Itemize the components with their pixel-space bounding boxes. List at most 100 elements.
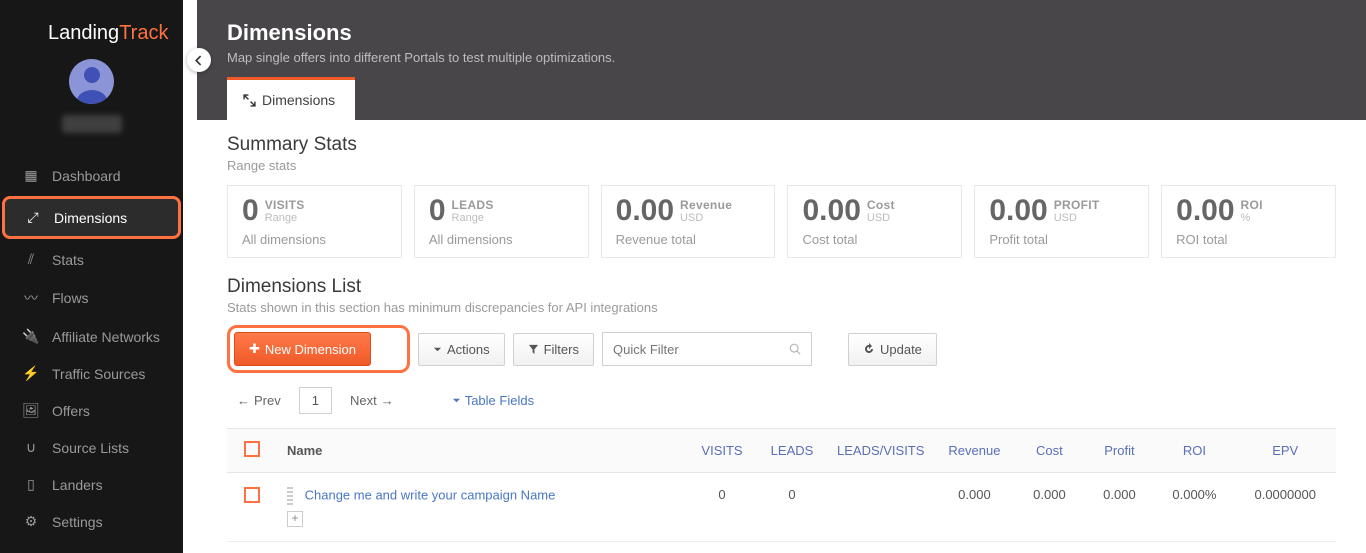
- logo-second: Track: [119, 22, 168, 44]
- sidebar-item-dashboard[interactable]: ▦Dashboard: [0, 157, 183, 194]
- col-name[interactable]: Name: [277, 429, 687, 473]
- new-dimension-highlight: ✚ New Dimension: [227, 325, 410, 373]
- stat-title: Cost: [867, 198, 895, 212]
- image-icon: 🖼: [22, 402, 40, 419]
- sidebar-item-settings[interactable]: ⚙Settings: [0, 503, 183, 540]
- stat-foot: Cost total: [802, 232, 945, 247]
- table-row: Change me and write your campaign Name +…: [227, 473, 1336, 542]
- plug-icon: 🔌: [22, 328, 40, 345]
- col-epv[interactable]: EPV: [1234, 429, 1336, 473]
- col-cost[interactable]: Cost: [1014, 429, 1084, 473]
- page-subtitle: Map single offers into different Portals…: [227, 50, 1336, 65]
- expand-row-button[interactable]: +: [287, 511, 303, 527]
- update-button[interactable]: Update: [848, 333, 937, 366]
- row-checkbox[interactable]: [244, 487, 260, 503]
- row-name-link[interactable]: Change me and write your campaign Name: [305, 487, 556, 502]
- cell-visits: 0: [687, 473, 757, 542]
- stat-value: 0.00: [1176, 196, 1234, 226]
- actions-button[interactable]: Actions: [418, 333, 505, 366]
- filters-button[interactable]: Filters: [513, 333, 594, 366]
- select-all-checkbox[interactable]: [244, 441, 260, 457]
- quick-filter-input[interactable]: [613, 342, 789, 357]
- cell-revenue: 0.000: [934, 473, 1014, 542]
- sidebar-item-affiliate[interactable]: 🔌Affiliate Networks: [0, 318, 183, 355]
- page-header: Dimensions Map single offers into differ…: [197, 0, 1366, 120]
- stat-foot: All dimensions: [242, 232, 385, 247]
- nav-label: Landers: [52, 477, 103, 493]
- button-label: New Dimension: [265, 342, 356, 357]
- table-fields-label: Table Fields: [465, 393, 534, 408]
- page-number[interactable]: 1: [299, 387, 332, 414]
- stat-value: 0.00: [616, 196, 674, 226]
- cell-profit: 0.000: [1084, 473, 1154, 542]
- summary-title: Summary Stats: [227, 134, 1336, 156]
- stat-sub: Range: [265, 212, 305, 224]
- col-profit[interactable]: Profit: [1084, 429, 1154, 473]
- col-leads[interactable]: LEADS: [757, 429, 827, 473]
- chevron-left-icon: [194, 55, 205, 66]
- stat-cost: 0.00CostUSD Cost total: [787, 185, 962, 258]
- gear-icon: ⚙: [22, 513, 40, 530]
- tab-dimensions[interactable]: Dimensions: [227, 77, 355, 120]
- stat-value: 0: [429, 196, 446, 226]
- stat-title: VISITS: [265, 198, 305, 212]
- sidebar-item-sourcelists[interactable]: ∪Source Lists: [0, 429, 183, 466]
- stats-icon: ⫽: [22, 251, 40, 268]
- magnet-icon: ∪: [22, 439, 40, 456]
- caret-down-icon: [452, 396, 461, 405]
- list-toolbar: ✚ New Dimension Actions Filters Update: [227, 325, 1336, 373]
- logo-first: Landing: [48, 22, 119, 44]
- flow-icon: 〰: [22, 288, 40, 308]
- stat-sub: USD: [680, 212, 732, 224]
- content: Summary Stats Range stats 0VISITSRange A…: [197, 120, 1366, 553]
- caret-down-icon: [433, 345, 442, 354]
- cell-cost: 0.000: [1014, 473, 1084, 542]
- sidebar-item-landers[interactable]: ▯ Landers: [0, 466, 183, 503]
- avatar[interactable]: [69, 59, 114, 104]
- col-roi[interactable]: ROI: [1154, 429, 1234, 473]
- stat-profit: 0.00PROFITUSD Profit total: [974, 185, 1149, 258]
- next-button[interactable]: Next →: [350, 393, 394, 408]
- drag-handle-icon[interactable]: [287, 487, 293, 505]
- stat-foot: Revenue total: [616, 232, 759, 247]
- nav-label: Traffic Sources: [52, 366, 145, 382]
- new-dimension-button[interactable]: ✚ New Dimension: [234, 332, 371, 366]
- avatar-container: [0, 55, 183, 157]
- file-icon: ▯: [22, 476, 40, 493]
- collapse-sidebar-button[interactable]: [187, 48, 211, 72]
- stat-foot: ROI total: [1176, 232, 1319, 247]
- tabs: Dimensions: [227, 77, 355, 120]
- col-leadsvisits[interactable]: LEADS/VISITS: [827, 429, 934, 473]
- cell-leadsvisits: [827, 473, 934, 542]
- prev-label: Prev: [254, 393, 281, 408]
- sidebar-item-offers[interactable]: 🖼Offers: [0, 392, 183, 429]
- button-label: Filters: [544, 342, 579, 357]
- sidebar-item-flows[interactable]: 〰Flows: [0, 278, 183, 318]
- stat-visits: 0 VISITSRange All dimensions: [227, 185, 402, 258]
- stat-value: 0: [242, 196, 259, 226]
- search-icon: [789, 342, 801, 356]
- summary-section: Summary Stats Range stats 0VISITSRange A…: [227, 134, 1336, 258]
- prev-button[interactable]: ← Prev: [237, 393, 281, 408]
- stat-leads: 0LEADSRange All dimensions: [414, 185, 589, 258]
- list-section: Dimensions List Stats shown in this sect…: [227, 276, 1336, 542]
- tab-label: Dimensions: [262, 92, 335, 108]
- table-fields-button[interactable]: Table Fields: [452, 393, 534, 408]
- sidebar-item-stats[interactable]: ⫽Stats: [0, 241, 183, 278]
- pagination: ← Prev 1 Next → Table Fields: [227, 387, 1336, 414]
- sidebar-item-traffic[interactable]: ⚡ Traffic Sources: [0, 355, 183, 392]
- table-header-row: Name VISITS LEADS LEADS/VISITS Revenue C…: [227, 429, 1336, 473]
- col-visits[interactable]: VISITS: [687, 429, 757, 473]
- refresh-icon: [863, 343, 875, 355]
- nav-menu: ▦Dashboard ⤢Dimensions ⫽Stats 〰Flows 🔌Af…: [0, 157, 183, 540]
- stat-sub: Range: [452, 212, 494, 224]
- nav-label: Dimensions: [54, 210, 127, 226]
- summary-sub: Range stats: [227, 158, 1336, 173]
- col-revenue[interactable]: Revenue: [934, 429, 1014, 473]
- bolt-icon: ⚡: [22, 365, 40, 382]
- expand-icon: [243, 94, 256, 107]
- sidebar-item-dimensions[interactable]: ⤢Dimensions: [2, 196, 181, 239]
- stat-value: 0.00: [989, 196, 1047, 226]
- logo: LandingTrack: [0, 0, 183, 55]
- stat-sub: USD: [1054, 212, 1100, 224]
